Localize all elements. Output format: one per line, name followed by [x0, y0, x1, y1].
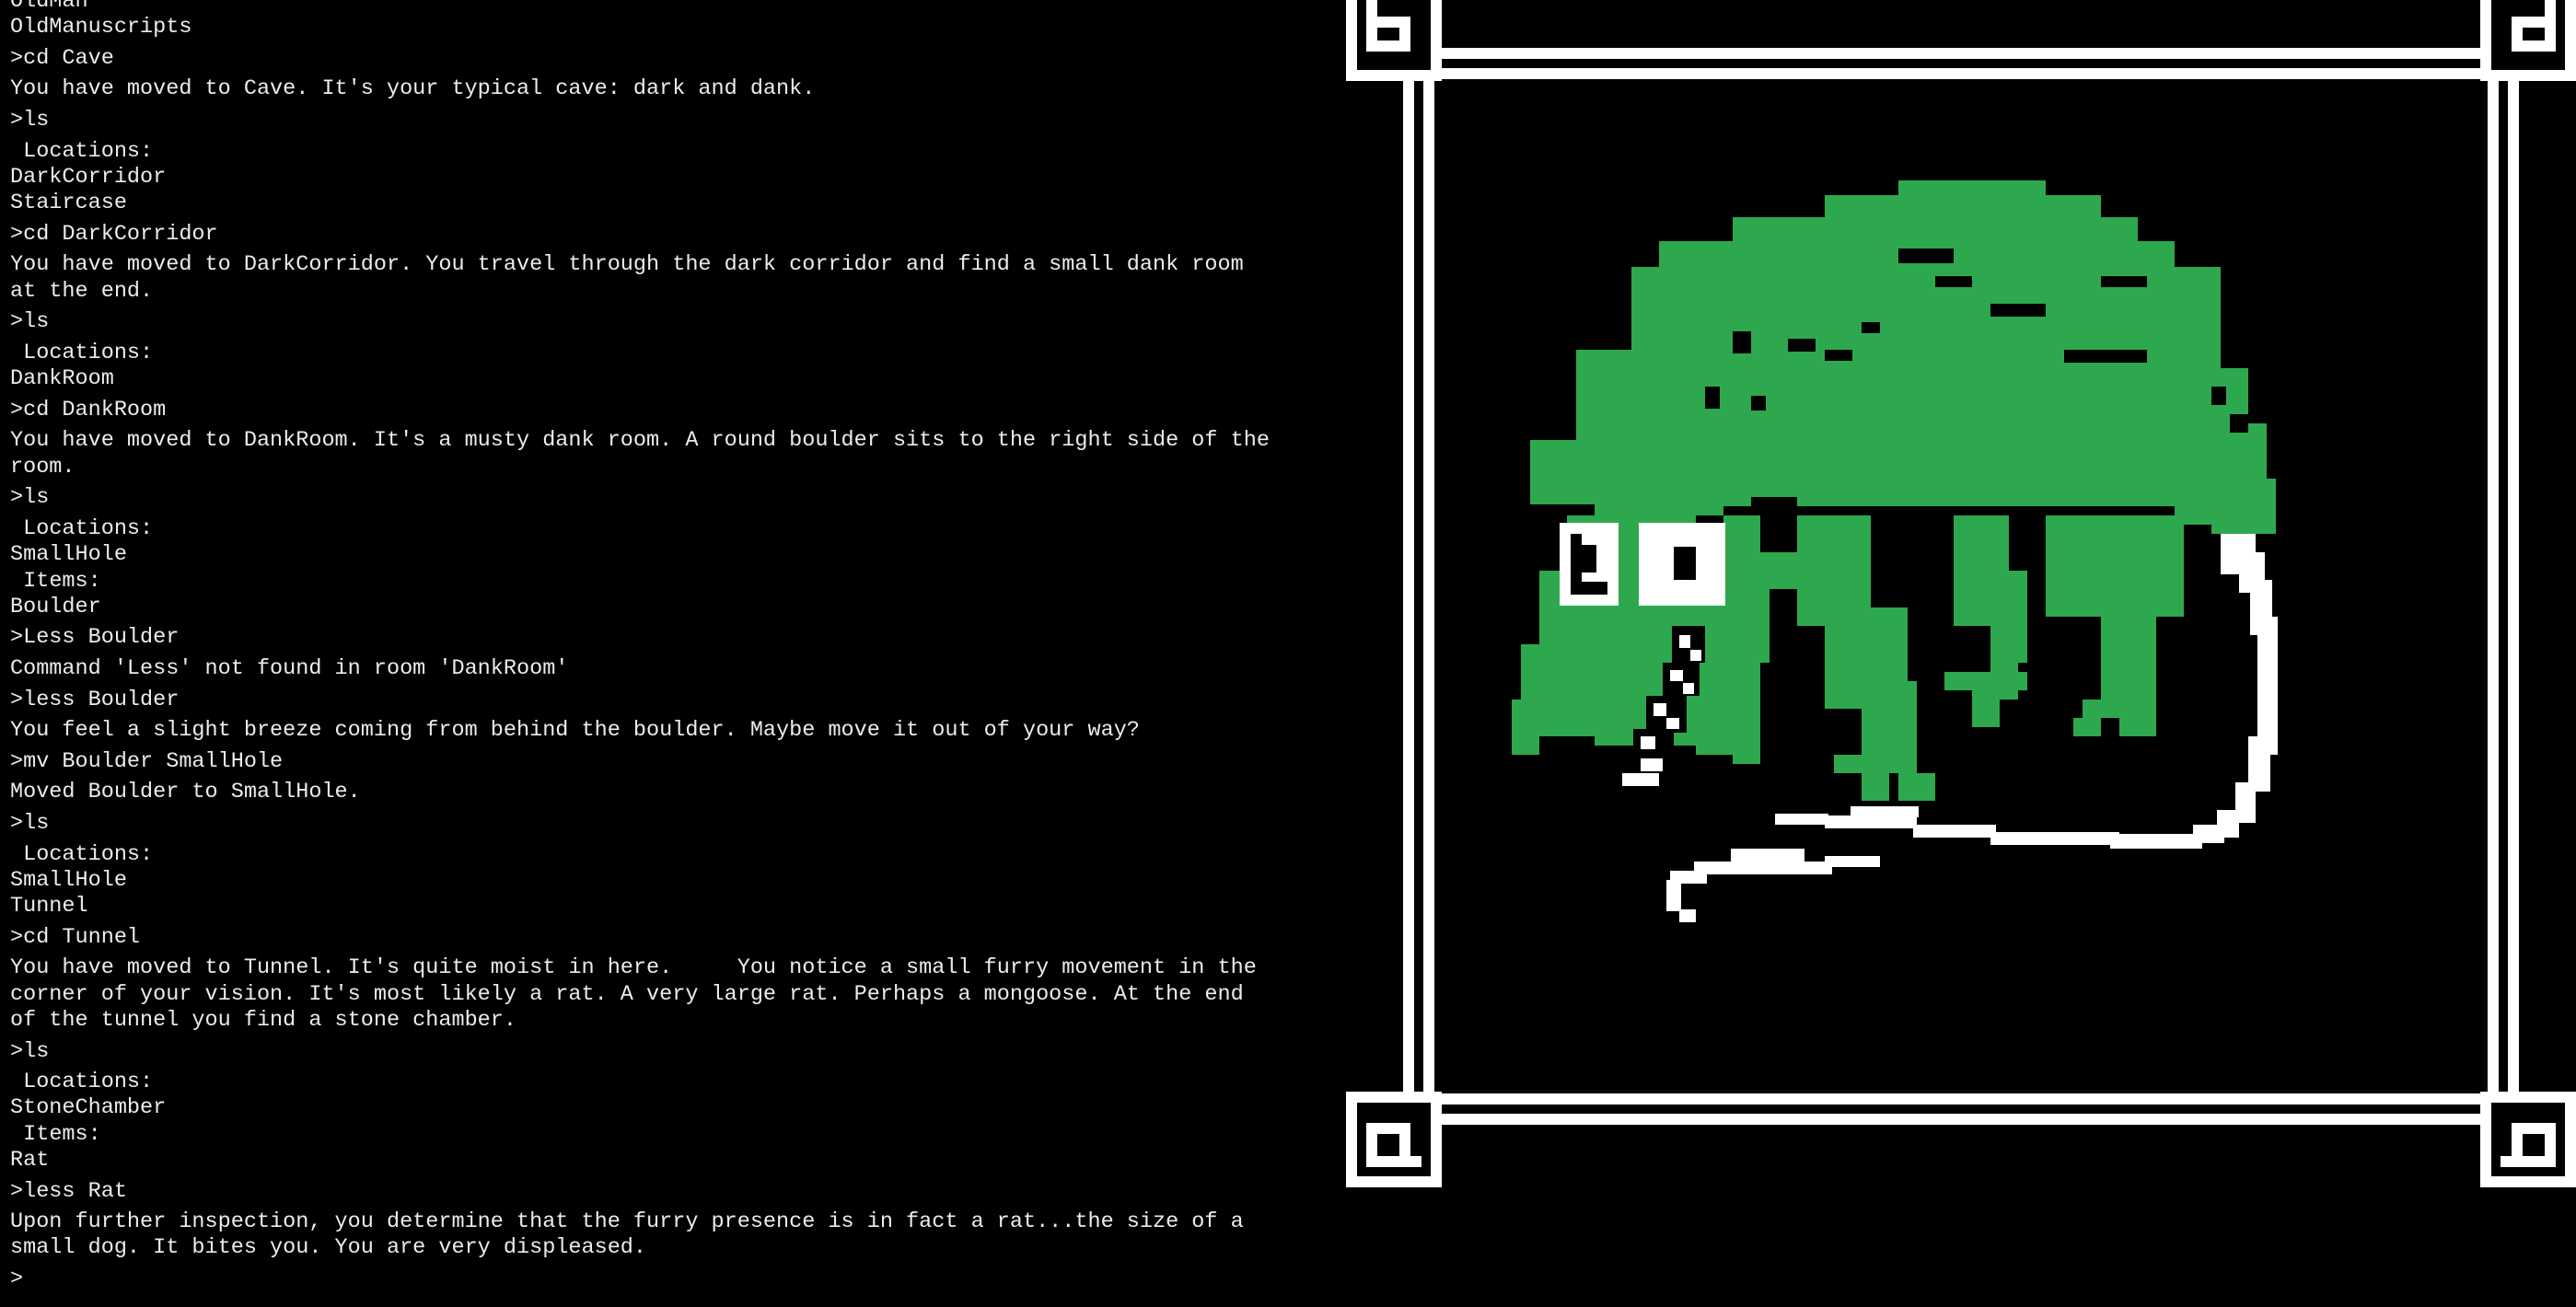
- terminal-output-line: Items:: [10, 568, 101, 594]
- terminal-command-line: >ls: [10, 485, 50, 511]
- terminal-command-line: >less Boulder: [10, 687, 180, 712]
- terminal-prompt[interactable]: >: [10, 1267, 1317, 1292]
- terminal-output-line: Rat: [10, 1148, 50, 1173]
- rat-eye-right: [1639, 523, 1725, 606]
- rat-art-panel: [1346, 0, 2576, 1187]
- terminal-output-line: Boulder: [10, 594, 101, 619]
- terminal-command-line: >ls: [10, 810, 50, 836]
- terminal-output-line: Moved Boulder to SmallHole.: [10, 780, 361, 805]
- terminal-output-line: Items:: [10, 1121, 101, 1147]
- terminal-output-line: Command 'Less' not found in room 'DankRo…: [10, 655, 569, 681]
- terminal-output-line: SmallHole: [10, 867, 127, 893]
- terminal-output-line: You have moved to Cave. It's your typica…: [10, 76, 816, 102]
- frame-corner-top-right: [2480, 0, 2576, 81]
- terminal-command-line: >cd Tunnel: [10, 924, 141, 950]
- terminal-output-line: OldManuscripts: [10, 15, 192, 40]
- terminal-output-line: StoneChamber: [10, 1095, 167, 1121]
- terminal-command-line: >Less Boulder: [10, 625, 180, 651]
- terminal-output-line: You feel a slight breeze coming from beh…: [10, 718, 1140, 744]
- terminal-output-line: DarkCorridor: [10, 164, 167, 190]
- terminal-output-line: You have moved to DankRoom. It's a musty…: [10, 428, 1270, 480]
- rat-art-svg: [1346, 0, 2576, 1187]
- terminal-command-line: >cd DarkCorridor: [10, 221, 218, 247]
- terminal-output-line: DankRoom: [10, 366, 114, 392]
- prompt-symbol: >: [10, 1267, 24, 1292]
- terminal-output-line: Locations:: [10, 138, 154, 164]
- terminal-output-line: You have moved to Tunnel. It's quite moi…: [10, 955, 1257, 1033]
- terminal-output-line: Tunnel: [10, 894, 88, 920]
- terminal-output-line: Locations:: [10, 340, 154, 365]
- frame-corner-bottom-right: [2480, 1092, 2576, 1187]
- terminal-command-line: >less Rat: [10, 1178, 127, 1204]
- terminal-command-line: >mv Boulder SmallHole: [10, 748, 284, 774]
- terminal-output-line: Locations:: [10, 841, 154, 867]
- terminal-output-line: Upon further inspection, you determine t…: [10, 1209, 1244, 1261]
- rat-eye-left: [1560, 523, 1619, 606]
- frame-corner-top-left: [1346, 0, 1442, 81]
- terminal-command-line: >cd DankRoom: [10, 397, 167, 422]
- terminal-command-line: >ls: [10, 108, 50, 133]
- terminal-output-line: Staircase: [10, 191, 127, 216]
- terminal-output-line: You have moved to DarkCorridor. You trav…: [10, 252, 1244, 304]
- terminal-command-line: >ls: [10, 1038, 50, 1064]
- rat-body: [1512, 180, 2276, 801]
- terminal-command-line: >cd Cave: [10, 45, 114, 71]
- frame-corner-bottom-left: [1346, 1092, 1442, 1187]
- terminal-output[interactable]: OldMan OldManuscripts >cd Cave You have mov…: [10, 0, 1317, 1307]
- terminal-output-line: OldMan: [10, 0, 88, 14]
- terminal-output-line: Locations:: [10, 515, 154, 541]
- terminal-output-line: SmallHole: [10, 542, 127, 568]
- input-caret[interactable]: [23, 1267, 35, 1287]
- rat-sprite: [1512, 180, 2278, 922]
- terminal-output-line: Locations:: [10, 1070, 154, 1095]
- terminal-command-line: >ls: [10, 309, 50, 335]
